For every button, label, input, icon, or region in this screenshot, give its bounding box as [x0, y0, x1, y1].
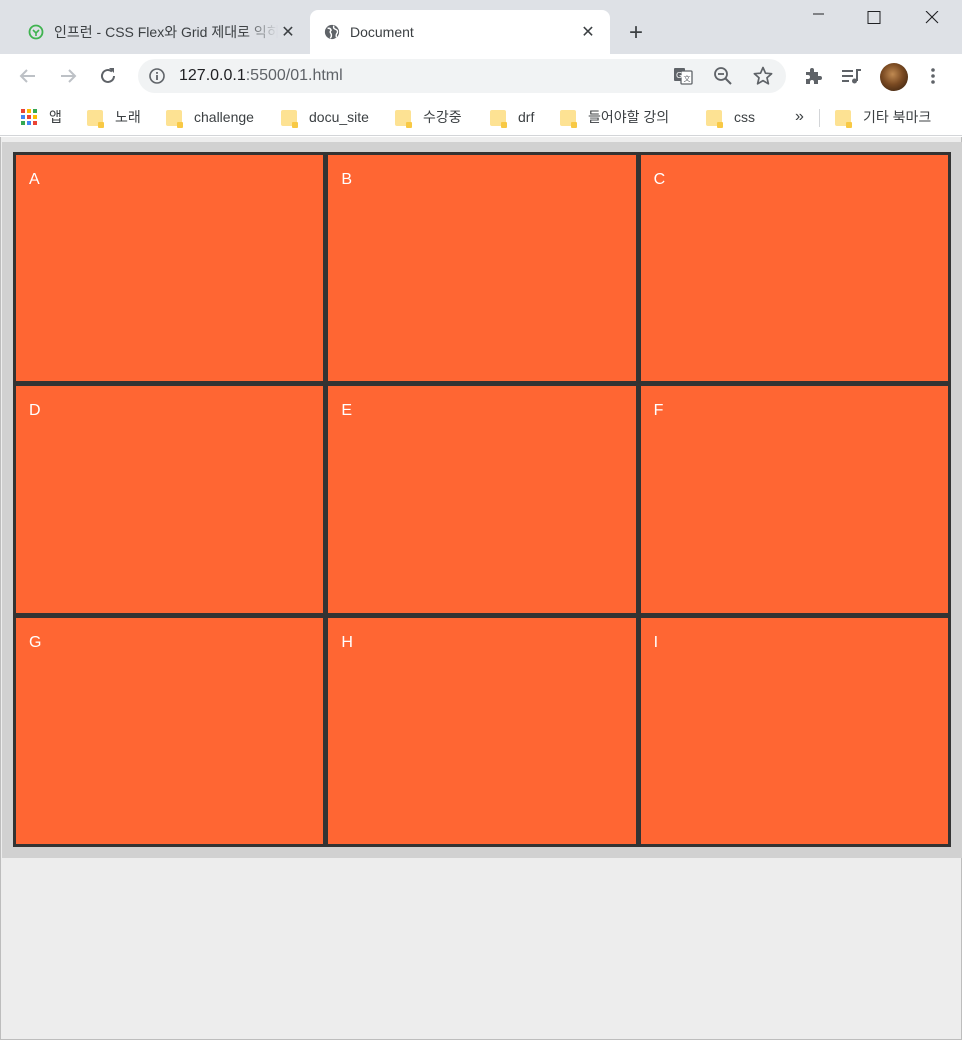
grid-container: A B C D E F G H I: [13, 152, 951, 847]
grid-item-a: A: [16, 155, 324, 382]
close-icon[interactable]: ✕: [278, 22, 298, 42]
bookmark-label: 기타 북마크: [863, 109, 932, 125]
tab-inflearn[interactable]: 인프런 - CSS Flex와 Grid 제대로 익히기 ✕: [14, 10, 310, 54]
folder-icon: [166, 109, 183, 128]
grid-item-e: E: [328, 386, 636, 613]
bookmarks-divider: [819, 109, 820, 127]
minimize-icon[interactable]: [797, 0, 841, 36]
grid-container-wrapper: A B C D E F G H I: [2, 142, 962, 858]
bookmark-label: challenge: [194, 109, 254, 125]
folder-icon: [490, 109, 507, 128]
inflearn-favicon-icon: [28, 24, 44, 40]
bookmark-other[interactable]: 기타 북마크: [835, 106, 931, 128]
zoom-out-icon[interactable]: [713, 66, 733, 86]
tab-document[interactable]: Document ✕: [310, 10, 610, 54]
bookmark-folder[interactable]: docu_site: [281, 106, 369, 128]
bookmark-label: drf: [518, 109, 535, 125]
bookmark-folder[interactable]: 들어야할 강의: [560, 106, 669, 128]
bookmarks-bar: 앱 노래 challenge docu_site 수강중 drf 들어야할 강의…: [0, 98, 962, 136]
bookmark-folder[interactable]: 노래: [87, 106, 141, 128]
grid-item-i: I: [640, 617, 948, 844]
bookmark-apps[interactable]: 앱: [21, 106, 62, 128]
grid-item-d: D: [16, 386, 324, 613]
url-text: 127.0.0.1:5500/01.html: [179, 67, 343, 85]
tab-strip: 인프런 - CSS Flex와 Grid 제대로 익히기 ✕ Document …: [0, 0, 962, 54]
grid-item-b: B: [328, 155, 636, 382]
info-icon[interactable]: [149, 68, 165, 84]
address-bar[interactable]: 127.0.0.1:5500/01.html G文: [138, 59, 786, 93]
profile-avatar-icon[interactable]: [880, 63, 908, 91]
folder-icon: [560, 109, 577, 128]
media-control-icon[interactable]: [841, 65, 863, 87]
bookmark-label: 노래: [115, 109, 141, 125]
extensions-icon[interactable]: [802, 65, 824, 87]
globe-icon: [324, 24, 340, 40]
svg-text:G: G: [676, 71, 682, 80]
bookmark-folder[interactable]: 수강중: [395, 106, 462, 128]
bookmark-folder[interactable]: challenge: [166, 106, 254, 128]
bookmark-folder[interactable]: css: [706, 106, 755, 128]
bookmark-label: 들어야할 강의: [588, 109, 670, 125]
back-arrow-icon[interactable]: [12, 60, 44, 92]
bookmark-label: 앱: [49, 109, 62, 125]
close-icon[interactable]: ✕: [578, 22, 598, 42]
plus-icon[interactable]: +: [622, 19, 650, 47]
grid-item-h: H: [328, 617, 636, 844]
window-close-icon[interactable]: [910, 0, 954, 36]
url-host: 127.0.0.1: [179, 67, 246, 84]
svg-text:文: 文: [684, 74, 691, 83]
bookmark-label: css: [734, 109, 755, 125]
url-path: :5500/01.html: [245, 67, 343, 84]
bookmark-label: docu_site: [309, 109, 369, 125]
grid-item-g: G: [16, 617, 324, 844]
folder-icon: [835, 109, 852, 128]
bookmark-folder[interactable]: drf: [490, 106, 534, 128]
translate-icon[interactable]: G文: [673, 66, 693, 86]
grid-item-f: F: [640, 386, 948, 613]
tab-title: 인프런 - CSS Flex와 Grid 제대로 익히기: [54, 24, 278, 40]
apps-grid-icon: [21, 109, 37, 125]
reload-icon[interactable]: [92, 60, 124, 92]
bookmark-label: 수강중: [423, 109, 462, 125]
tab-title: Document: [350, 24, 414, 40]
folder-icon: [395, 109, 412, 128]
bookmarks-overflow-button[interactable]: »: [795, 106, 804, 128]
folder-icon: [281, 109, 298, 128]
star-icon[interactable]: [753, 66, 773, 86]
browser-toolbar: 127.0.0.1:5500/01.html G文: [0, 54, 962, 98]
forward-arrow-icon[interactable]: [52, 60, 84, 92]
page-viewport: A B C D E F G H I: [0, 137, 962, 1040]
maximize-icon[interactable]: [852, 0, 896, 36]
folder-icon: [706, 109, 723, 128]
grid-item-c: C: [640, 155, 948, 382]
menu-dots-icon[interactable]: [922, 65, 944, 87]
folder-icon: [87, 109, 104, 128]
